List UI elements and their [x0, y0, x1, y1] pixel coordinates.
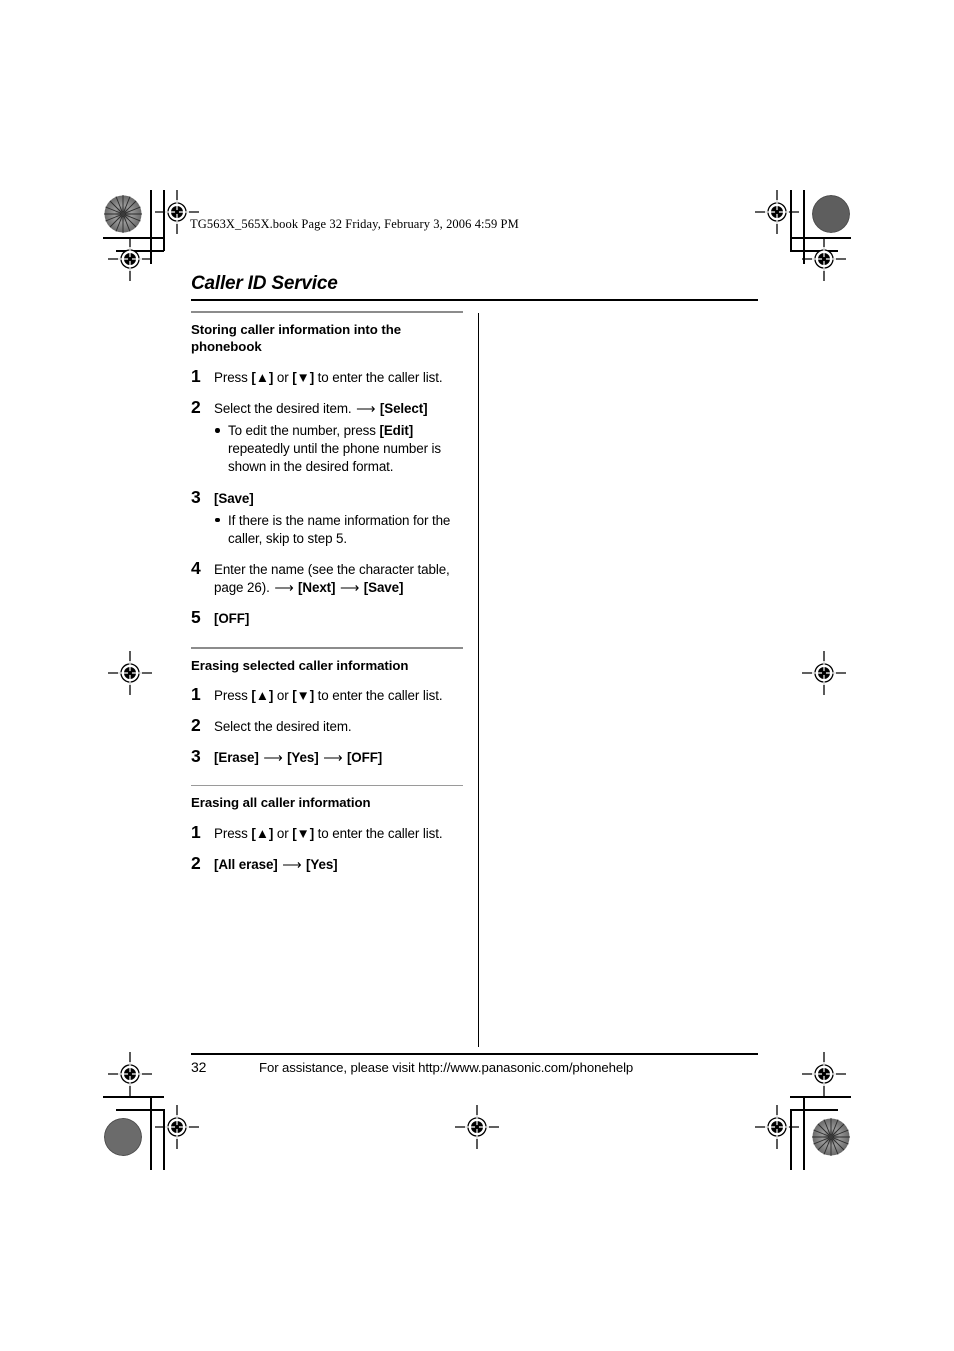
key-label: [Save]: [214, 490, 254, 506]
arrow-icon: ⟶: [340, 580, 360, 596]
instruction-text: to enter the caller list.: [314, 825, 443, 841]
step-item: 5 [OFF]: [191, 607, 463, 628]
instruction-text: to enter the caller list.: [314, 369, 443, 385]
step-text: Enter the name (see the character table,…: [214, 561, 463, 597]
section-rule: [191, 646, 463, 649]
instruction-text: Press: [214, 825, 252, 841]
instruction-text: or: [273, 687, 293, 703]
page-title-rule: [191, 298, 758, 301]
step-number: 1: [191, 683, 201, 704]
step-text: Press [▲] or [▼] to enter the caller lis…: [214, 369, 463, 387]
step-list: 1 Press [▲] or [▼] to enter the caller li…: [191, 365, 463, 629]
step-item: 1 Press [▲] or [▼] to enter the caller li…: [191, 683, 463, 705]
instruction-text: Press: [214, 369, 252, 385]
section-title: Erasing all caller information: [191, 795, 371, 811]
page-title: Caller ID Service: [191, 273, 338, 294]
section-title: Storing caller information into the phon…: [191, 322, 401, 355]
key-label: [All erase]: [214, 856, 278, 872]
instruction-text: Select the desired item.: [214, 719, 352, 735]
instruction-text: Press: [214, 687, 252, 703]
step-number: 3: [191, 746, 201, 767]
footer-rule: [191, 1053, 758, 1055]
instruction-text: To edit the number, press: [228, 423, 380, 439]
arrow-icon: ⟶: [263, 750, 283, 766]
step-text: Select the desired item.: [214, 718, 463, 736]
page-number: 32: [191, 1059, 207, 1075]
section-rule: [191, 311, 463, 313]
column-divider: [478, 313, 479, 1047]
arrow-icon: ⟶: [274, 580, 294, 596]
content-columns: Storing caller information into the phon…: [191, 311, 758, 1047]
left-column: Storing caller information into the phon…: [191, 311, 463, 874]
step-number: 2: [191, 852, 201, 873]
assistance-text: For assistance, please visit http://www.…: [259, 1060, 634, 1075]
key-label: [Next]: [298, 580, 336, 596]
key-label: [▲]: [251, 687, 274, 703]
key-label: [▲]: [251, 825, 274, 841]
step-item: 2 Select the desired item.: [191, 715, 463, 736]
arrow-icon: ⟶: [356, 400, 376, 416]
step-number: 5: [191, 607, 201, 628]
key-label: [Select]: [379, 400, 428, 416]
bullet-icon: [215, 428, 220, 433]
key-label: [Edit]: [379, 423, 414, 439]
instruction-text: or: [273, 825, 293, 841]
step-text: Select the desired item. ⟶ [Select]: [214, 400, 463, 418]
key-label: [Yes]: [306, 856, 338, 872]
step-text: [Erase] ⟶ [Yes] ⟶ [OFF]: [214, 749, 463, 767]
step-note: If there is the name information for the…: [214, 512, 463, 548]
step-number: 4: [191, 558, 201, 579]
key-label: [Yes]: [287, 750, 319, 766]
step-note: To edit the number, press [Edit] repeate…: [214, 422, 463, 477]
step-item: 1 Press [▲] or [▼] to enter the caller li…: [191, 821, 463, 843]
step-number: 1: [191, 365, 201, 386]
step-text: Press [▲] or [▼] to enter the caller lis…: [214, 825, 463, 843]
key-label: [OFF]: [214, 611, 250, 627]
step-number: 1: [191, 821, 201, 842]
step-item: 2 [All erase] ⟶ [Yes]: [191, 852, 463, 874]
key-label: [▼]: [292, 687, 315, 703]
key-label: [OFF]: [346, 750, 383, 766]
key-label: [Save]: [363, 580, 404, 596]
bullet-icon: [215, 517, 220, 523]
page-footer: 32 For assistance, please visit http://ww…: [191, 1053, 758, 1075]
step-number: 3: [191, 486, 201, 507]
key-label: [Erase]: [214, 750, 259, 766]
step-item: 3 [Erase] ⟶ [Yes] ⟶ [OFF]: [191, 746, 463, 767]
step-number: 2: [191, 715, 201, 736]
instruction-text: or: [273, 369, 293, 385]
instruction-text: Select the desired item.: [214, 400, 356, 416]
step-item: 3 [Save] If there is the name information …: [191, 486, 463, 549]
step-list: 1 Press [▲] or [▼] to enter the caller li…: [191, 821, 463, 874]
step-item: 2 Select the desired item. ⟶ [Select] To e…: [191, 396, 463, 477]
step-text: Press [▲] or [▼] to enter the caller lis…: [214, 687, 463, 705]
key-label: [▼]: [292, 369, 315, 385]
page-header: Caller ID Service: [191, 273, 758, 301]
step-number: 2: [191, 396, 201, 417]
instruction-text: to enter the caller list.: [314, 687, 443, 703]
section-rule: [191, 785, 463, 787]
section-title: Erasing selected caller information: [191, 657, 409, 673]
print-file-stamp: TG563X_565X.book Page 32 Friday, Februar…: [190, 217, 519, 231]
footer-row: 32 For assistance, please visit http://ww…: [191, 1059, 758, 1075]
arrow-icon: ⟶: [282, 856, 302, 872]
instruction-text: If there is the name information for the…: [228, 512, 451, 546]
key-label: [▲]: [251, 369, 274, 385]
arrow-icon: ⟶: [323, 750, 343, 766]
instruction-text: repeatedly until the phone number is sho…: [228, 441, 442, 475]
step-text: [Save]: [214, 490, 463, 508]
step-list: 1 Press [▲] or [▼] to enter the caller li…: [191, 683, 463, 767]
manual-page: TG563X_565X.book Page 32 Friday, Februar…: [0, 0, 954, 1351]
step-item: 1 Press [▲] or [▼] to enter the caller li…: [191, 365, 463, 387]
key-label: [▼]: [292, 825, 315, 841]
step-text: [All erase] ⟶ [Yes]: [214, 856, 463, 874]
step-text: [OFF]: [214, 610, 463, 628]
step-item: 4 Enter the name (see the character table…: [191, 558, 463, 597]
